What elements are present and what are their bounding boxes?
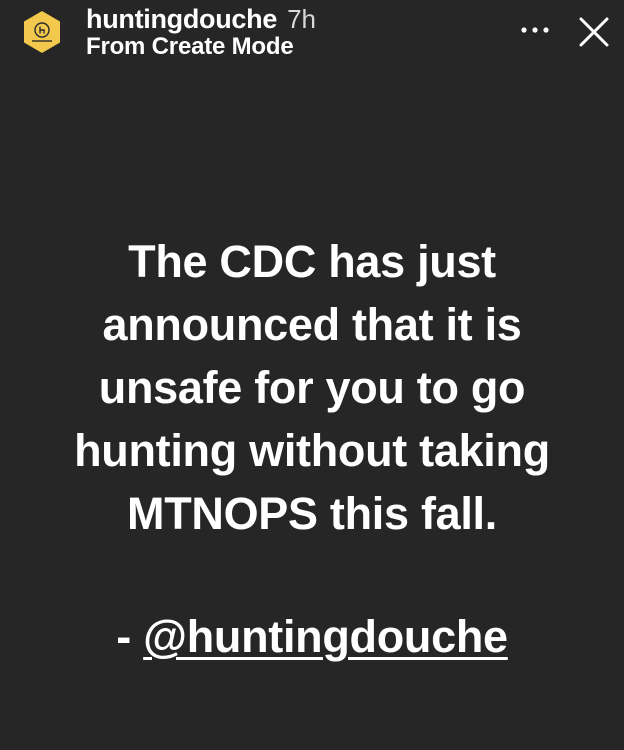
story-header: huntingdouche 7h From Create Mode	[0, 0, 624, 70]
story-line: announced that it is	[102, 299, 522, 350]
story-signature: - @huntingdouche	[0, 609, 624, 665]
story-message: The CDC has just announced that it is un…	[0, 230, 624, 545]
story-source-label[interactable]: From Create Mode	[86, 34, 316, 60]
close-icon	[579, 17, 609, 47]
timestamp: 7h	[287, 4, 316, 34]
signature-prefix: -	[116, 611, 144, 662]
story-content: The CDC has just announced that it is un…	[0, 230, 624, 665]
close-button[interactable]	[576, 14, 612, 50]
story-line: The CDC has just	[128, 236, 496, 287]
user-line: huntingdouche 7h	[86, 4, 316, 34]
mention-link[interactable]: @huntingdouche	[143, 611, 508, 662]
username[interactable]: huntingdouche	[86, 4, 277, 34]
more-options-icon	[521, 27, 549, 33]
hunting-douche-logo-icon	[24, 11, 60, 53]
more-options-button[interactable]	[518, 18, 552, 42]
story-line: hunting without taking	[74, 425, 550, 476]
story-line: MTNOPS this fall.	[127, 488, 497, 539]
story-line: unsafe for you to go	[98, 362, 526, 413]
avatar[interactable]	[20, 10, 64, 54]
user-info: huntingdouche 7h From Create Mode	[86, 4, 316, 60]
